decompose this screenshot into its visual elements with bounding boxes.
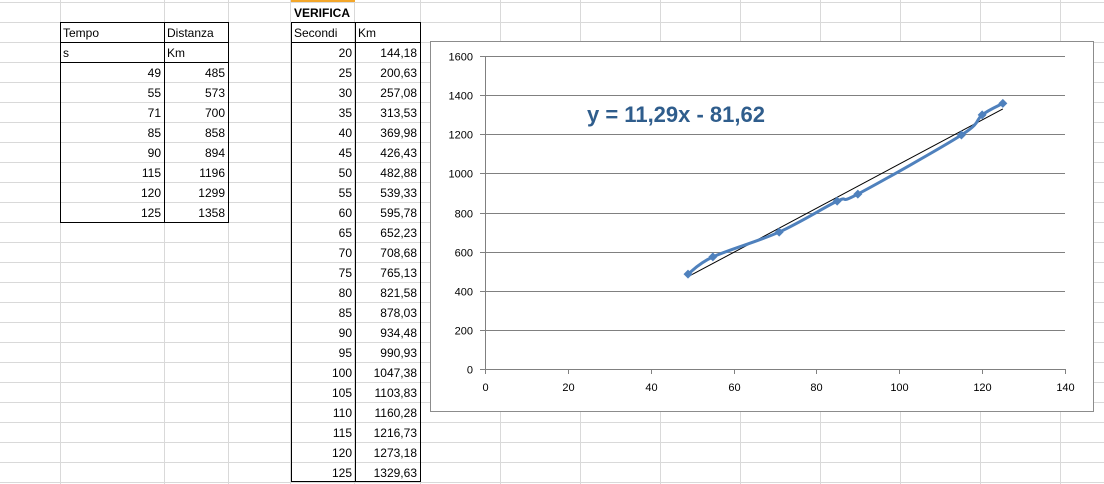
table1-column-divider [164,22,165,222]
x-tick-label: 100 [890,382,908,394]
x-tick-label: 120 [973,382,991,394]
y-tick-label: 1600 [449,52,473,64]
y-tick-label: 1000 [449,169,473,181]
y-tick-label: 600 [455,248,473,260]
x-tick-label: 20 [562,382,574,394]
x-tick-label: 0 [482,382,488,394]
y-tick-label: 800 [455,209,473,221]
verifica-title[interactable]: VERIFICA [291,3,371,22]
selected-cell-accent [291,0,355,2]
y-tick-label: 200 [455,326,473,338]
y-tick-label: 1400 [449,91,473,103]
y-tick-label: 1200 [449,130,473,142]
data-point-marker [774,227,784,237]
table1-border [60,22,229,223]
scatter-chart[interactable]: 0 200 400 600 800 1000 1200 1400 1600 0 20 40 60 80 10… [430,41,1094,412]
table1-header-divider [60,42,228,43]
table1-unit-divider [60,62,228,63]
y-tick-label: 400 [455,287,473,299]
series-line [687,102,1004,276]
table2-border [291,22,421,482]
table2-header-divider [291,42,420,43]
table2-column-divider [355,22,356,482]
x-tick-label: 80 [810,382,822,394]
y-tick-label: 0 [467,365,473,377]
x-tick-label: 140 [1056,382,1074,394]
x-tick-label: 40 [645,382,657,394]
x-tick-label: 60 [728,382,740,394]
chart-plot-area: 0 200 400 600 800 1000 1200 1400 1600 0 20 40 60 80 10… [449,52,1075,395]
trendline-equation: y = 11,29x - 81,62 [587,102,765,127]
